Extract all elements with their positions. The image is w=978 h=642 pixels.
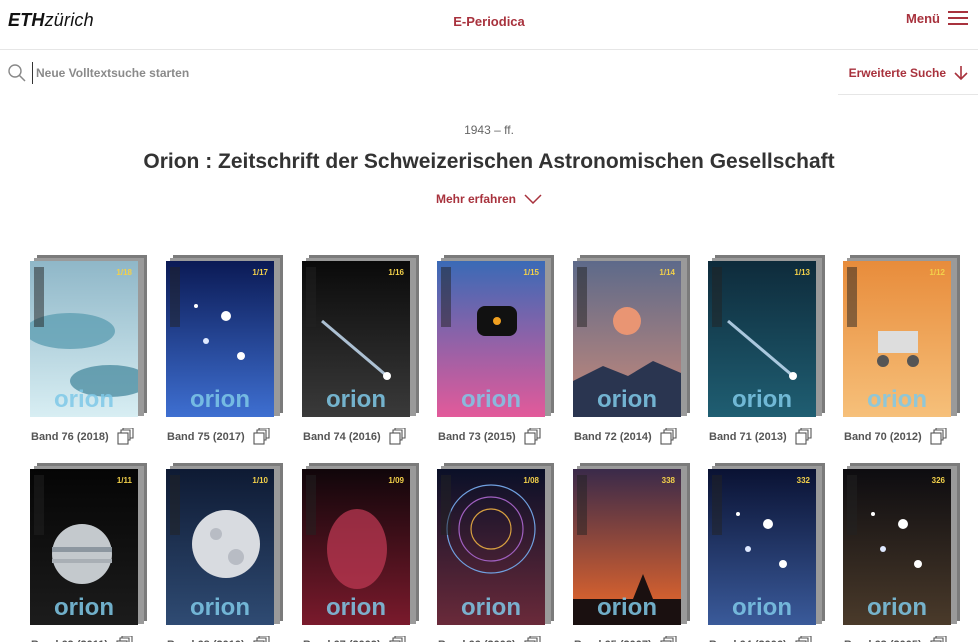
volume-label-text: Band 65 (2007) <box>574 639 652 642</box>
volume-grid: 1/18 orion Band 76 (2018) 1/17 orion Band 75 … <box>0 0 978 642</box>
volume-label-text: Band 72 (2014) <box>574 430 652 443</box>
volume-label-text: Band 64 (2006) <box>709 639 787 642</box>
volume-item[interactable]: 1/14 orion Band 72 (2014) <box>573 255 693 458</box>
volume-label[interactable]: Band 67 (2009) <box>303 635 406 642</box>
volume-label-text: Band 63 (2005) <box>844 639 922 642</box>
svg-text:338: 338 <box>662 476 676 485</box>
volume-cover[interactable]: 1/11 orion <box>30 469 138 625</box>
volume-cover[interactable]: 1/18 orion <box>30 261 138 417</box>
volume-label[interactable]: Band 76 (2018) <box>31 427 134 445</box>
volume-item[interactable]: 1/16 orion Band 74 (2016) <box>302 255 422 458</box>
volume-label-text: Band 71 (2013) <box>709 430 787 443</box>
svg-text:orion: orion <box>732 386 792 413</box>
copy-stack-icon <box>524 427 541 445</box>
volume-label[interactable]: Band 66 (2008) <box>438 635 541 642</box>
svg-text:1/16: 1/16 <box>388 268 404 277</box>
copy-stack-icon <box>795 635 812 642</box>
svg-text:orion: orion <box>597 386 657 413</box>
volume-cover[interactable]: 1/16 orion <box>302 261 410 417</box>
volume-item[interactable]: 1/18 orion Band 76 (2018) <box>30 255 150 458</box>
svg-text:orion: orion <box>597 594 657 621</box>
svg-text:orion: orion <box>326 594 386 621</box>
volume-item[interactable]: 1/10 orion Band 68 (2010) <box>166 463 286 642</box>
copy-stack-icon <box>253 427 270 445</box>
volume-label[interactable]: Band 65 (2007) <box>574 635 677 642</box>
copy-stack-icon <box>117 427 134 445</box>
svg-text:orion: orion <box>461 594 521 621</box>
svg-text:orion: orion <box>190 594 250 621</box>
volume-label[interactable]: Band 75 (2017) <box>167 427 270 445</box>
volume-label[interactable]: Band 68 (2010) <box>167 635 270 642</box>
volume-label-text: Band 73 (2015) <box>438 430 516 443</box>
volume-label-text: Band 70 (2012) <box>844 430 922 443</box>
volume-label-text: Band 74 (2016) <box>303 430 381 443</box>
svg-text:1/15: 1/15 <box>523 268 539 277</box>
volume-label-text: Band 66 (2008) <box>438 639 516 642</box>
copy-stack-icon <box>795 427 812 445</box>
svg-text:orion: orion <box>190 386 250 413</box>
volume-cover[interactable]: 1/10 orion <box>166 469 274 625</box>
volume-label[interactable]: Band 71 (2013) <box>709 427 812 445</box>
volume-item[interactable]: 326 orion Band 63 (2005) <box>843 463 963 642</box>
svg-text:1/14: 1/14 <box>659 268 675 277</box>
svg-text:1/11: 1/11 <box>117 476 133 485</box>
volume-cover[interactable]: 1/13 orion <box>708 261 816 417</box>
volume-cover[interactable]: 1/09 orion <box>302 469 410 625</box>
volume-cover[interactable]: 1/12 orion <box>843 261 951 417</box>
copy-stack-icon <box>930 427 947 445</box>
volume-label-text: Band 68 (2010) <box>167 639 245 642</box>
volume-item[interactable]: 1/09 orion Band 67 (2009) <box>302 463 422 642</box>
volume-label[interactable]: Band 63 (2005) <box>844 635 947 642</box>
copy-stack-icon <box>660 427 677 445</box>
volume-cover[interactable]: 1/17 orion <box>166 261 274 417</box>
svg-text:1/08: 1/08 <box>523 476 539 485</box>
svg-text:orion: orion <box>54 386 114 413</box>
volume-cover[interactable]: 332 orion <box>708 469 816 625</box>
volume-item[interactable]: 1/08 orion Band 66 (2008) <box>437 463 557 642</box>
volume-item[interactable]: 1/13 orion Band 71 (2013) <box>708 255 828 458</box>
copy-stack-icon <box>389 635 406 642</box>
copy-stack-icon <box>389 427 406 445</box>
svg-text:orion: orion <box>732 594 792 621</box>
volume-cover[interactable]: 1/15 orion <box>437 261 545 417</box>
copy-stack-icon <box>660 635 677 642</box>
svg-text:1/09: 1/09 <box>388 476 404 485</box>
volume-item[interactable]: 1/17 orion Band 75 (2017) <box>166 255 286 458</box>
svg-text:1/13: 1/13 <box>794 268 810 277</box>
copy-stack-icon <box>116 635 133 642</box>
volume-item[interactable]: 338 orion Band 65 (2007) <box>573 463 693 642</box>
volume-label[interactable]: Band 64 (2006) <box>709 635 812 642</box>
volume-label-text: Band 67 (2009) <box>303 639 381 642</box>
svg-text:1/17: 1/17 <box>252 268 268 277</box>
svg-text:orion: orion <box>54 594 114 621</box>
svg-text:1/18: 1/18 <box>116 268 132 277</box>
svg-text:1/12: 1/12 <box>929 268 945 277</box>
copy-stack-icon <box>930 635 947 642</box>
volume-label-text: Band 75 (2017) <box>167 430 245 443</box>
volume-label[interactable]: Band 74 (2016) <box>303 427 406 445</box>
copy-stack-icon <box>253 635 270 642</box>
svg-text:orion: orion <box>461 386 521 413</box>
volume-label-text: Band 76 (2018) <box>31 430 109 443</box>
volume-item[interactable]: 332 orion Band 64 (2006) <box>708 463 828 642</box>
volume-cover[interactable]: 338 orion <box>573 469 681 625</box>
volume-label[interactable]: Band 69 (2011) <box>31 635 133 642</box>
svg-text:orion: orion <box>867 386 927 413</box>
volume-item[interactable]: 1/11 orion Band 69 (2011) <box>30 463 150 642</box>
svg-text:orion: orion <box>867 594 927 621</box>
copy-stack-icon <box>524 635 541 642</box>
volume-cover[interactable]: 1/08 orion <box>437 469 545 625</box>
volume-label[interactable]: Band 70 (2012) <box>844 427 947 445</box>
svg-text:332: 332 <box>797 476 811 485</box>
volume-item[interactable]: 1/15 orion Band 73 (2015) <box>437 255 557 458</box>
volume-label[interactable]: Band 72 (2014) <box>574 427 677 445</box>
volume-label[interactable]: Band 73 (2015) <box>438 427 541 445</box>
svg-text:orion: orion <box>326 386 386 413</box>
svg-text:326: 326 <box>932 476 946 485</box>
volume-cover[interactable]: 326 orion <box>843 469 951 625</box>
volume-item[interactable]: 1/12 orion Band 70 (2012) <box>843 255 963 458</box>
volume-label-text: Band 69 (2011) <box>31 639 108 642</box>
volume-cover[interactable]: 1/14 orion <box>573 261 681 417</box>
svg-text:1/10: 1/10 <box>252 476 268 485</box>
